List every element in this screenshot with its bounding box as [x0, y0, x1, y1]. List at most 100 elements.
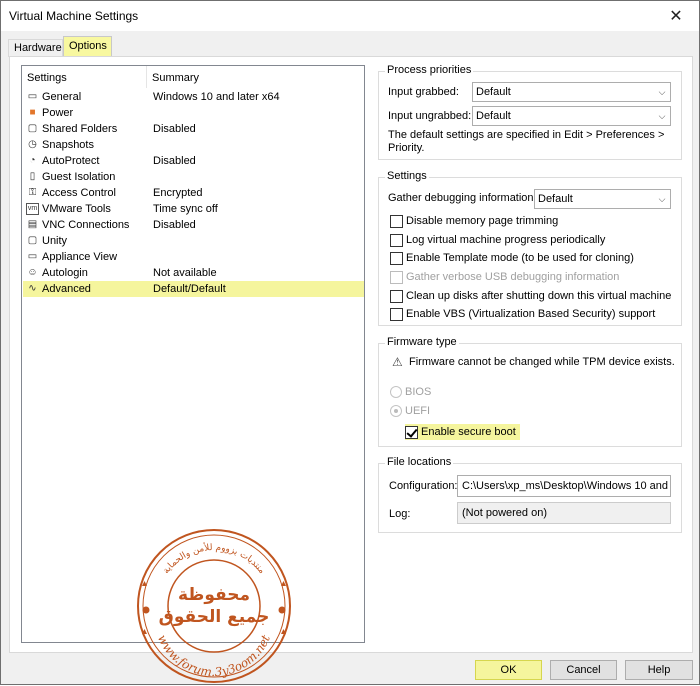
- checkbox-label: Log virtual machine progress periodicall…: [406, 234, 606, 246]
- shared-folders-icon: ▢: [27, 123, 38, 134]
- tab-options[interactable]: Options: [63, 36, 112, 57]
- checkbox-box: [405, 425, 418, 439]
- svg-text:www.forum.3y3oom.net: www.forum.3y3oom.net: [155, 632, 273, 679]
- advanced-icon: ∿: [28, 283, 37, 294]
- settings-group: Settings Gather debugging information: D…: [378, 170, 682, 326]
- file-locations-title: File locations: [385, 456, 454, 468]
- tab-hardware[interactable]: Hardware: [8, 39, 63, 57]
- settings-row-name: Access Control: [42, 187, 116, 199]
- watermark-top-text: منتديات يزووم للأمن والحماية: [161, 541, 266, 576]
- chevron-down-icon: ⌵: [658, 194, 666, 204]
- checkbox-label: Enable VBS (Virtualization Based Securit…: [406, 308, 656, 320]
- settings-list[interactable]: Settings Summary ▭ General Windows 10 and …: [21, 65, 365, 683]
- settings-row-name: Power: [42, 107, 74, 119]
- settings-row-summary: Time sync off: [153, 203, 218, 215]
- process-priorities-title: Process priorities: [385, 64, 474, 76]
- input-grabbed-label: Input grabbed:: [388, 86, 459, 98]
- settings-row-autologin[interactable]: ☺ Autologin Not available: [23, 265, 364, 281]
- ok-button[interactable]: OK: [475, 660, 542, 680]
- setting-checkbox-2[interactable]: Log virtual machine progress periodicall…: [390, 232, 605, 248]
- watermark-line-1: محفوظة: [178, 585, 250, 605]
- settings-row-snapshots[interactable]: ◷ Snapshots: [23, 137, 364, 153]
- guest-isolation-icon: ▯: [29, 171, 36, 182]
- settings-row-vmware-tools[interactable]: vm VMware Tools Time sync off: [23, 201, 364, 217]
- settings-row-summary: Encrypted: [153, 187, 203, 199]
- checkbox-label: Disable memory page trimming: [406, 215, 559, 227]
- settings-row-unity[interactable]: ▢ Unity: [23, 233, 364, 249]
- firmware-warning: Firmware cannot be changed while TPM dev…: [409, 356, 675, 368]
- column-header-summary[interactable]: Summary: [152, 72, 199, 84]
- power-icon: ■: [29, 107, 36, 118]
- settings-row-summary: Default/Default: [153, 283, 226, 295]
- radio-dot: [390, 405, 402, 417]
- warning-icon: ⚠: [392, 355, 403, 369]
- settings-row-summary: Not available: [153, 267, 217, 279]
- snapshots-icon: ◷: [28, 139, 37, 150]
- setting-checkbox-3[interactable]: Enable Template mode (to be used for clo…: [390, 250, 634, 266]
- settings-row-name: Autologin: [42, 267, 88, 279]
- checkbox-box: [390, 270, 403, 284]
- configuration-label: Configuration:: [389, 480, 458, 492]
- firmware-title: Firmware type: [385, 336, 459, 348]
- checkbox-box: [390, 251, 403, 265]
- forum-watermark-seal: منتديات يزووم للأمن والحماية www.forum.3…: [137, 529, 291, 683]
- process-priorities-group: Process priorities Input grabbed: Defaul…: [378, 64, 682, 160]
- firmware-group: Firmware type ⚠ Firmware cannot be chang…: [378, 336, 682, 447]
- unity-icon: ▢: [27, 235, 38, 246]
- checkbox-label: Gather verbose USB debugging information: [406, 271, 620, 283]
- settings-row-summary: Disabled: [153, 155, 196, 167]
- setting-checkbox-5[interactable]: Clean up disks after shutting down this …: [390, 288, 671, 304]
- debug-info-select[interactable]: Default ⌵: [534, 189, 671, 209]
- settings-row-name: Shared Folders: [42, 123, 118, 135]
- input-grabbed-select[interactable]: Default ⌵: [472, 82, 671, 102]
- file-locations-group: File locations Configuration: C:\Users\x…: [378, 456, 682, 533]
- bios-radio[interactable]: BIOS: [390, 384, 431, 400]
- cancel-button[interactable]: Cancel: [550, 660, 617, 680]
- watermark-url: www.forum.3y3oom.net: [155, 632, 273, 679]
- configuration-field[interactable]: C:\Users\xp_ms\Desktop\Windows 10 and la…: [457, 475, 671, 497]
- input-ungrabbed-select[interactable]: Default ⌵: [472, 106, 671, 126]
- priority-note: The default settings are specified in Ed…: [388, 129, 665, 154]
- settings-row-name: Appliance View: [42, 251, 118, 263]
- settings-row-name: VNC Connections: [42, 219, 130, 231]
- column-header-settings[interactable]: Settings: [27, 72, 67, 84]
- general-icon: ▭: [27, 91, 38, 102]
- settings-row-name: Unity: [42, 235, 68, 247]
- secure-boot-label: Enable secure boot: [421, 426, 516, 438]
- list-header: Settings Summary: [22, 66, 364, 88]
- settings-row-name: AutoProtect: [42, 155, 100, 167]
- chevron-down-icon: ⌵: [658, 111, 666, 121]
- title-bar: Virtual Machine Settings ✕: [1, 1, 699, 31]
- settings-row-appliance-view[interactable]: ▭ Appliance View: [23, 249, 364, 265]
- settings-row-general[interactable]: ▭ General Windows 10 and later x64: [23, 89, 364, 105]
- settings-row-autoprotect[interactable]: ◔ AutoProtect Disabled: [23, 153, 364, 169]
- settings-row-power[interactable]: ■ Power: [23, 105, 364, 121]
- settings-window: Virtual Machine Settings ✕ Hardware Opti…: [0, 0, 700, 685]
- settings-row-name: VMware Tools: [42, 203, 111, 215]
- uefi-radio[interactable]: UEFI: [390, 403, 430, 419]
- setting-checkbox-6[interactable]: Enable VBS (Virtualization Based Securit…: [390, 306, 655, 322]
- column-divider[interactable]: [146, 66, 147, 88]
- settings-row-access-control[interactable]: ⚿ Access Control Encrypted: [23, 185, 364, 201]
- setting-checkbox-1[interactable]: Disable memory page trimming: [390, 213, 558, 229]
- autologin-icon: ☺: [27, 267, 38, 278]
- help-button[interactable]: Help: [625, 660, 693, 680]
- checkbox-label: Clean up disks after shutting down this …: [406, 290, 672, 302]
- settings-row-shared-folders[interactable]: ▢ Shared Folders Disabled: [23, 121, 364, 137]
- settings-row-advanced[interactable]: ∿ Advanced Default/Default: [23, 281, 364, 297]
- settings-row-summary: Disabled: [153, 123, 196, 135]
- setting-checkbox-4: Gather verbose USB debugging information: [390, 269, 619, 285]
- uefi-label: UEFI: [405, 405, 431, 417]
- checkbox-box: [390, 233, 403, 247]
- settings-row-name: Snapshots: [42, 139, 94, 151]
- settings-row-vnc-connections[interactable]: ▤ VNC Connections Disabled: [23, 217, 364, 233]
- vmware-tools-icon: vm: [26, 203, 39, 215]
- settings-row-name: Advanced: [42, 283, 91, 295]
- settings-row-guest-isolation[interactable]: ▯ Guest Isolation: [23, 169, 364, 185]
- appliance-view-icon: ▭: [27, 251, 38, 262]
- log-label: Log:: [389, 508, 411, 520]
- radio-dot: [390, 386, 402, 398]
- access-control-icon: ⚿: [28, 187, 37, 198]
- close-icon[interactable]: ✕: [653, 1, 699, 31]
- secure-boot-checkbox[interactable]: Enable secure boot: [405, 424, 520, 440]
